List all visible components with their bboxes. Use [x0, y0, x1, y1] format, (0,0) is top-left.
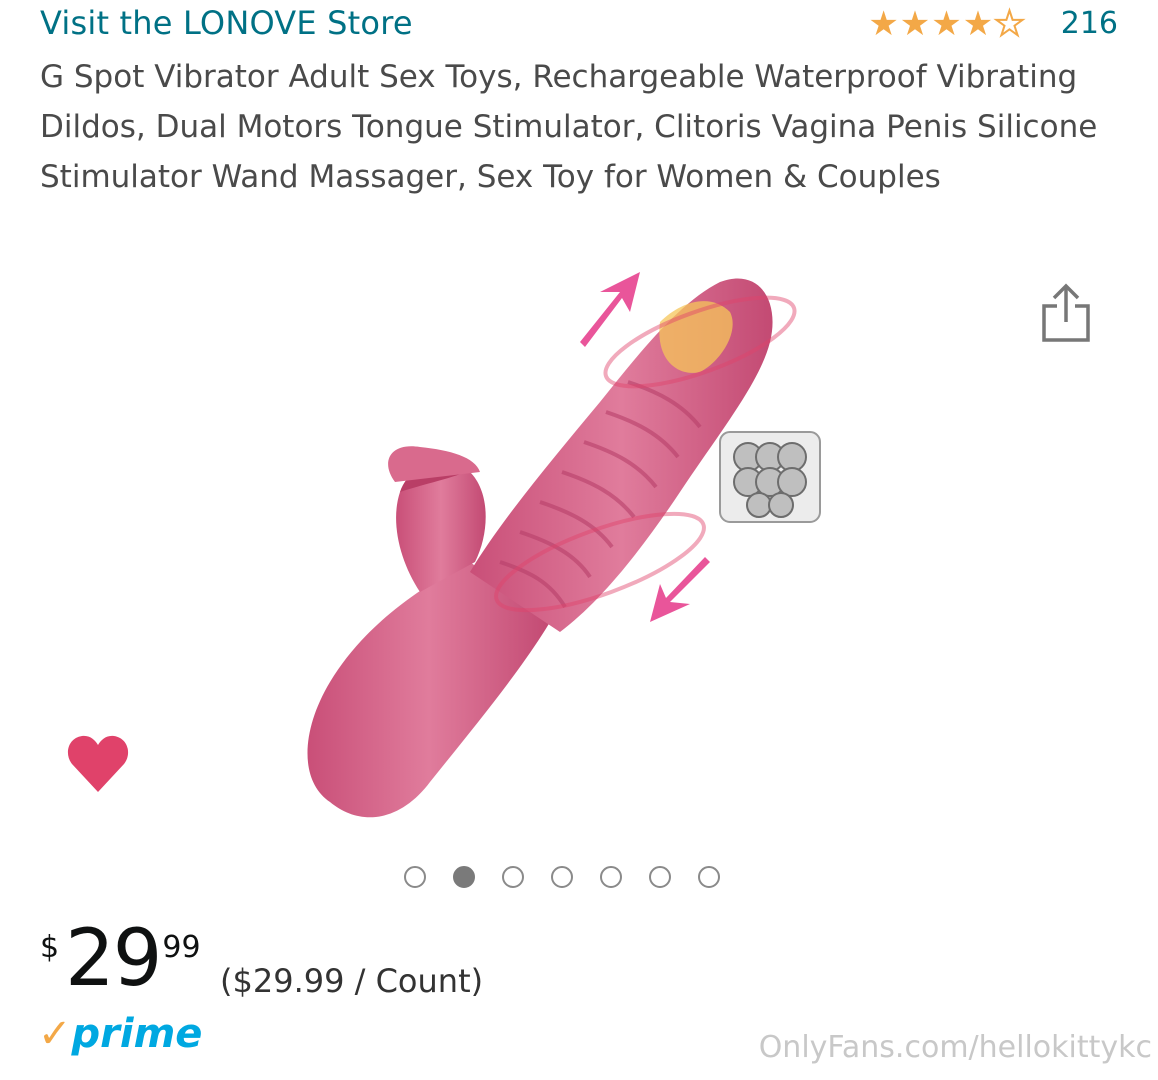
- carousel-dot[interactable]: [502, 866, 524, 888]
- carousel-dot-active[interactable]: [453, 866, 475, 888]
- share-icon[interactable]: [1040, 282, 1092, 344]
- rating[interactable]: ★ ★ ★ ★ ★ 216: [868, 3, 1118, 44]
- star-empty-icon: ★: [993, 3, 1026, 44]
- carousel-dot[interactable]: [404, 866, 426, 888]
- rating-count[interactable]: 216: [1061, 6, 1118, 41]
- carousel-dots[interactable]: [404, 866, 720, 888]
- watermark: OnlyFans.com/hellokittykc: [758, 1030, 1152, 1065]
- prime-label: prime: [71, 1011, 203, 1057]
- product-image[interactable]: [300, 262, 860, 842]
- price-symbol: $: [40, 930, 60, 965]
- star-icon: ★: [899, 3, 931, 44]
- price-fraction: 99: [162, 930, 201, 965]
- product-title: G Spot Vibrator Adult Sex Toys, Recharge…: [40, 59, 1098, 195]
- star-icon: ★: [962, 3, 994, 44]
- carousel-dot[interactable]: [551, 866, 573, 888]
- star-icon: ★: [931, 3, 962, 44]
- price: $ 29 99: [40, 920, 201, 998]
- unit-price: ($29.99 / Count): [220, 962, 484, 1000]
- price-whole: 29: [65, 914, 162, 1004]
- heart-icon[interactable]: [66, 732, 130, 794]
- carousel-dot[interactable]: [649, 866, 671, 888]
- prime-badge: ✓ prime: [38, 1014, 202, 1054]
- carousel-dot[interactable]: [600, 866, 622, 888]
- star-rating[interactable]: ★ ★ ★ ★ ★: [868, 3, 1026, 44]
- prime-check-icon: ✓: [38, 1011, 72, 1057]
- carousel-dot[interactable]: [698, 866, 720, 888]
- store-link[interactable]: Visit the LONOVE Store: [40, 4, 413, 42]
- star-icon: ★: [868, 3, 899, 44]
